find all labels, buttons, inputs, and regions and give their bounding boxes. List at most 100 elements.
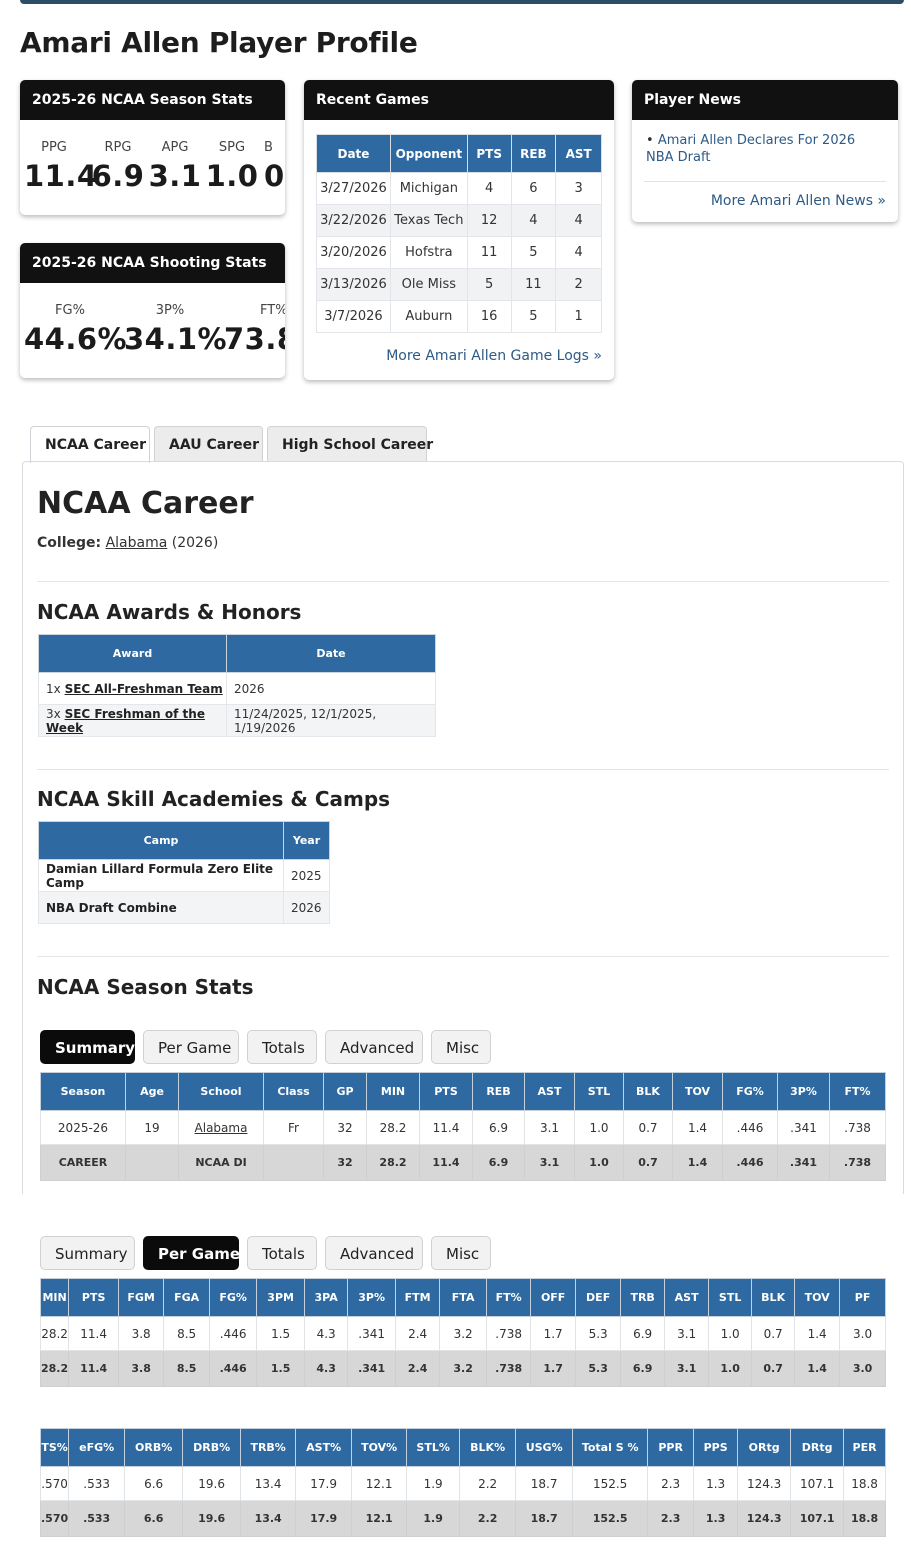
stat-cell: .341 [347,1316,397,1351]
stat-cell: 3.2 [439,1350,488,1387]
column-header: FGA [163,1278,211,1317]
award-link[interactable]: SEC All-Freshman Team [65,682,223,696]
stat-cell: 28.2 [366,1144,420,1181]
stat-cell: 11.4 [68,1316,120,1351]
per-game-tab-button[interactable]: Per Game [143,1030,239,1064]
column-header: 3PA [304,1278,349,1317]
award-cell: 3x SEC Freshman of the Week [38,704,227,737]
stat-bpg: B 0 [264,140,285,193]
award-cell: 1x SEC All-Freshman Team [38,672,227,705]
advanced-tab-button[interactable]: Advanced [325,1236,423,1270]
column-header: Date [226,634,436,673]
stat-cell: 8.5 [163,1316,211,1351]
stat-cell: 11.4 [419,1144,473,1181]
stat-cell: 1.3 [693,1500,739,1537]
recent-games-title: Recent Games [304,80,614,120]
column-header: TRB% [240,1428,297,1467]
school-link[interactable]: Alabama [195,1121,248,1135]
camps-table: Camp Year Damian Lillard Formula Zero El… [38,821,330,924]
stat-cell: 11.4 [68,1350,120,1387]
award-link[interactable]: SEC Freshman of the Week [46,707,205,735]
stat-value: 44.6% [24,322,128,356]
stat-cell [125,1144,179,1181]
stat-cell: 1.9 [406,1466,461,1501]
stat-cell: 1.0 [708,1350,753,1387]
totals-tab-button[interactable]: Totals [247,1030,317,1064]
award-count: 1x [46,681,61,696]
column-header: FT% [486,1278,532,1317]
stat-value: 73.8 [224,322,285,356]
stat-cell: CAREER [40,1144,126,1181]
column-header: DRtg [790,1428,845,1467]
tab-aau-career[interactable]: AAU Career [154,426,263,462]
age-cell: 19 [125,1110,179,1145]
stat-cell: 3.1 [664,1316,710,1351]
tab-high-school-career[interactable]: High School Career [267,426,433,462]
stat-cell: .341 [777,1144,830,1181]
table-row: 3/7/2026 Auburn 16 5 1 [316,300,602,333]
ast-cell: 4 [555,204,602,237]
stat-value: 0 [264,159,285,193]
season-cell: 2025-26 [40,1110,126,1145]
per-game-tab-button[interactable]: Per Game [143,1236,240,1270]
stat-cell: 28.2 [39,1350,70,1387]
table-row: 3/13/2026 Ole Miss 5 11 2 [316,268,602,301]
column-header: FGM [118,1278,165,1317]
more-game-logs-link[interactable]: More Amari Allen Game Logs » [386,348,602,364]
column-header: DEF [575,1278,622,1317]
stat-value: 34.1% [124,322,228,356]
recent-games-table: Date Opponent PTS REB AST 3/27/2026 Mich… [316,134,602,333]
column-header: STL [708,1278,753,1317]
more-news-link[interactable]: More Amari Allen News » [711,193,886,209]
news-divider [644,181,886,182]
stat-cell: 1.4 [794,1350,841,1387]
date-cell: 3/20/2026 [316,236,391,269]
stat-cell: 18.7 [515,1466,574,1501]
stat-cell: 6.6 [124,1466,184,1501]
misc-tab-button[interactable]: Misc [431,1236,491,1270]
bullet-icon: • [646,133,654,148]
stat-cell: .533 [68,1500,126,1537]
column-header: BLK [623,1072,673,1111]
misc-tab-button[interactable]: Misc [431,1030,491,1064]
college-link[interactable]: Alabama [106,535,168,551]
stat-cell: .738 [829,1144,886,1181]
stat-cell: .341 [777,1110,830,1145]
stat-label: 3P% [155,303,185,318]
stat-label: B [264,140,273,155]
stat-cell: 32 [323,1110,367,1145]
column-header: PPR [647,1428,695,1467]
summary-stats-table: Season Age School Class GP MIN PTS REB A… [40,1072,886,1181]
stat-cell: 18.8 [843,1500,886,1537]
stat-cell: 2.4 [395,1316,441,1351]
stat-value: 11.4 [24,159,98,193]
news-item-link[interactable]: Amari Allen Declares For 2026 NBA Draft [646,133,855,165]
stat-cell: 152.5 [572,1466,649,1501]
summary-tab-button[interactable]: Summary [40,1030,135,1064]
stat-cell: 1.5 [256,1350,306,1387]
column-header: 3PM [256,1278,306,1317]
ast-cell: 3 [555,172,602,205]
totals-tab-button[interactable]: Totals [247,1236,317,1270]
stat-ft-pct: FT% 73.8 [224,303,285,356]
stat-cell: 6.9 [472,1144,525,1181]
tab-ncaa-career[interactable]: NCAA Career [30,426,150,463]
column-header: PER [843,1428,886,1467]
camp-cell: Damian Lillard Formula Zero Elite Camp [38,859,284,892]
column-header: Opponent [389,134,468,173]
stat-cell: 3.1 [664,1350,710,1387]
stat-cell: .738 [829,1110,886,1145]
stat-cell: 17.9 [295,1466,353,1501]
date-cell: 2026 [226,672,436,705]
college-year: (2026) [171,535,219,551]
column-header: Award [38,634,227,673]
column-header: TOV% [351,1428,408,1467]
stat-cell: 19.6 [182,1500,242,1537]
stat-cell: NCAA DI [178,1144,264,1181]
summary-tab-button[interactable]: Summary [40,1236,135,1270]
table-row: 1x SEC All-Freshman Team 2026 [38,672,436,705]
stat-label: APG [161,140,189,155]
stat-cell: 0.7 [623,1110,673,1145]
advanced-tab-button[interactable]: Advanced [325,1030,423,1064]
column-header: REB [510,134,557,173]
